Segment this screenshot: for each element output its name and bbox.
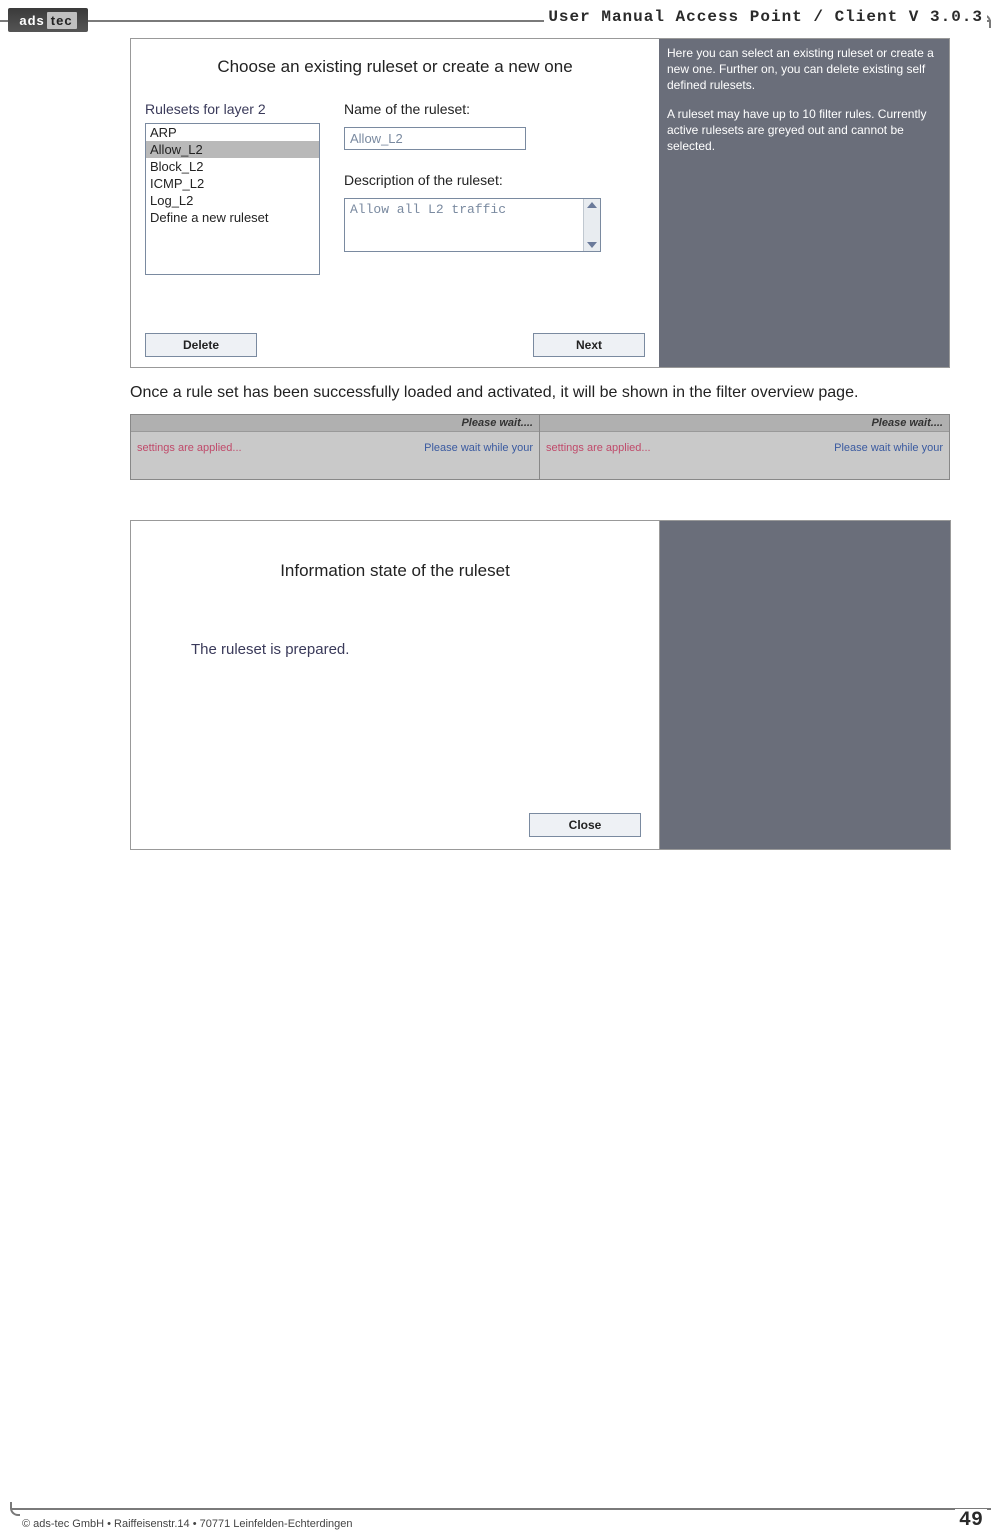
ruleset-list-item[interactable]: Log_L2 [146,192,319,209]
help-text-2: A ruleset may have up to 10 filter rules… [667,106,941,155]
logo-part-2: tec [47,12,77,29]
ruleset-list-item[interactable]: ICMP_L2 [146,175,319,192]
please-wait-screenshot: Please wait.... settings are applied... … [130,414,950,480]
ruleset-desc-value: Allow all L2 traffic [345,199,583,251]
dialog-title: Choose an existing ruleset or create a n… [145,57,645,77]
ruleset-list-item[interactable]: ARP [146,124,319,141]
wait-left-b: Please wait while your [424,442,533,454]
help-sidebar: Here you can select an existing ruleset … [659,39,949,367]
info-sidebar-empty [660,520,951,850]
ruleset-listbox[interactable]: ARPAllow_L2Block_L2ICMP_L2Log_L2Define a… [145,123,320,275]
info-state-dialog-screenshot: Information state of the ruleset The rul… [130,520,660,850]
wait-title-right: Please wait.... [540,415,949,432]
body-paragraph: Once a rule set has been successfully lo… [130,382,950,404]
delete-button[interactable]: Delete [145,333,257,357]
name-label: Name of the ruleset: [344,101,645,117]
wait-title-left: Please wait.... [131,415,539,432]
ruleset-list-item[interactable]: Allow_L2 [146,141,319,158]
logo-part-1: ads [19,13,44,28]
footer-copyright: © ads-tec GmbH • Raiffeisenstr.14 • 7077… [18,1518,357,1530]
textarea-scrollbar[interactable] [583,199,600,251]
ruleset-list-item[interactable]: Block_L2 [146,158,319,175]
ruleset-desc-input[interactable]: Allow all L2 traffic [344,198,601,252]
info-message: The ruleset is prepared. [131,581,659,658]
ruleset-dialog-screenshot: Choose an existing ruleset or create a n… [130,38,950,368]
next-button[interactable]: Next [533,333,645,357]
document-title: User Manual Access Point / Client V 3.0.… [544,8,987,26]
close-button[interactable]: Close [529,813,641,837]
wait-right-b: Please wait while your [834,442,943,454]
info-title: Information state of the ruleset [131,521,659,581]
help-text-1: Here you can select an existing ruleset … [667,45,941,94]
desc-label: Description of the ruleset: [344,172,645,188]
page-number: 49 [955,1509,987,1532]
ruleset-list-item[interactable]: Define a new ruleset [146,209,319,226]
brand-logo: adstec [8,8,88,32]
wait-left-a: settings are applied... [137,442,242,454]
ruleset-name-input[interactable]: Allow_L2 [344,127,526,150]
wait-right-a: settings are applied... [546,442,651,454]
list-label: Rulesets for layer 2 [145,101,320,117]
